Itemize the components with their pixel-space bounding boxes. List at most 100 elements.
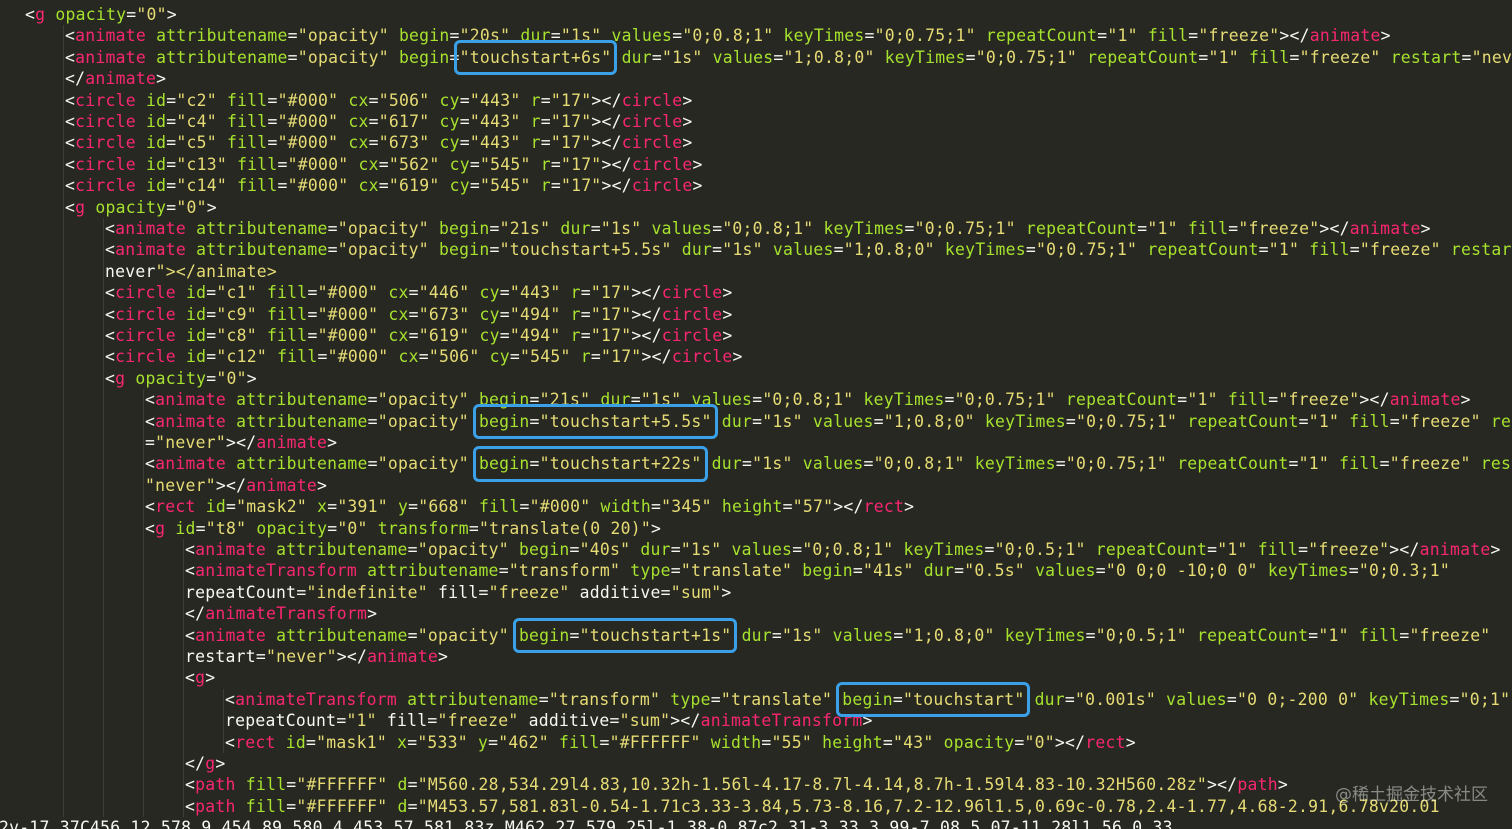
code-token: circle	[631, 154, 693, 174]
code-token: begin	[438, 219, 490, 238]
code-line[interactable]: repeatCount="1" fill="freeze" additive="…	[225, 710, 873, 731]
code-line[interactable]: <path fill="#FFFFFF" d="M453.57,581.83l-…	[185, 796, 1440, 817]
code-token: fill	[1349, 411, 1390, 431]
code-token: "43"	[892, 732, 934, 752]
code-token: "#000"	[529, 497, 591, 517]
code-line[interactable]: <circle id="c12" fill="#000" cx="506" cy…	[105, 346, 743, 367]
code-token: animate	[1349, 219, 1421, 238]
code-line[interactable]: <animate attributename="opacity" begin="…	[65, 47, 1512, 68]
code-line[interactable]: <rect id="mask1" x="533" y="462" fill="#…	[225, 732, 1136, 753]
code-token: =	[225, 497, 237, 517]
code-token: =	[651, 47, 663, 67]
code-token: animateTransform	[205, 604, 368, 624]
code-line[interactable]: </animate>	[65, 68, 166, 89]
code-line[interactable]: "never"></animate>	[145, 475, 327, 496]
code-token: additive	[518, 711, 610, 731]
code-line[interactable]: restart="never"></animate>	[185, 646, 448, 667]
code-line[interactable]: <animate attributename="opacity" begin="…	[105, 218, 1431, 239]
code-line[interactable]: <g opacity="0">	[105, 368, 257, 389]
code-line[interactable]: <g opacity="0">	[25, 4, 177, 25]
code-token: <	[105, 304, 116, 324]
code-token: <	[145, 411, 156, 431]
code-line[interactable]: <animateTransform attributename="transfo…	[225, 689, 1510, 710]
code-token: "1s"	[640, 390, 682, 410]
code-line[interactable]: <circle id="c14" fill="#000" cx="619" cy…	[65, 175, 703, 196]
code-line[interactable]: <animate attributename="opacity" begin="…	[145, 411, 1512, 432]
code-token: "opacity"	[297, 47, 389, 67]
code-line[interactable]: <circle id="c9" fill="#000" cx="673" cy=…	[105, 304, 733, 325]
code-area[interactable]: <g opacity="0"> <animate attributename="o…	[0, 0, 1512, 829]
code-line[interactable]: <circle id="c13" fill="#000" cx="562" cy…	[65, 154, 703, 175]
code-line[interactable]: <animate attributename="opacity" begin="…	[145, 453, 1512, 474]
code-line[interactable]: <animate attributename="opacity" begin="…	[145, 389, 1471, 410]
code-token: >	[722, 283, 733, 303]
code-line[interactable]: <circle id="c8" fill="#000" cx="619" cy=…	[105, 325, 733, 346]
code-token: =	[206, 368, 217, 388]
code-line[interactable]: <g id="t8" opacity="0" transform="transl…	[145, 518, 661, 539]
code-line[interactable]: <animate attributename="opacity" begin="…	[185, 539, 1501, 560]
code-token: "668"	[418, 497, 469, 517]
code-line[interactable]: <animate attributename="opacity" begin="…	[65, 25, 1391, 46]
code-token: =	[538, 689, 549, 709]
code-token: =	[580, 326, 591, 345]
code-line[interactable]: <path fill="#FFFFFF" d="M560.28,534.29l4…	[185, 774, 1288, 795]
code-token: path	[195, 775, 236, 795]
code-token: >	[651, 518, 662, 538]
code-token: id	[185, 283, 207, 303]
code-token: =	[206, 304, 217, 324]
code-token: =	[499, 326, 510, 345]
code-line[interactable]: </animateTransform>	[185, 603, 377, 624]
code-token: circle	[75, 112, 136, 131]
code-token: =	[1449, 689, 1460, 709]
code-token: cx	[348, 133, 369, 153]
code-line[interactable]: <animate attributename="opacity" begin="…	[185, 625, 1490, 646]
code-token: </	[1289, 26, 1310, 46]
code-token: =	[1289, 47, 1300, 67]
indent-guide	[103, 218, 104, 818]
code-line[interactable]: </g>	[185, 753, 226, 774]
code-token: values	[1166, 689, 1227, 709]
code-token: =	[287, 47, 298, 67]
code-token: "0;0.8;1"	[873, 454, 965, 474]
code-token: fill	[1187, 219, 1229, 238]
code-line[interactable]: <rect id="mask2" x="391" y="668" fill="#…	[145, 496, 914, 517]
code-line[interactable]: never"></animate>	[105, 261, 277, 282]
code-token: opacity	[55, 5, 127, 24]
code-line[interactable]: <g opacity="0">	[65, 197, 217, 218]
code-token: additive	[569, 582, 661, 602]
code-line[interactable]: <animate attributename="opacity" begin="…	[105, 239, 1512, 260]
code-token: =	[407, 625, 418, 645]
code-line[interactable]: <circle id="c5" fill="#000" cx="673" cy=…	[65, 132, 693, 153]
code-line[interactable]: <animateTransform attributename="transfo…	[185, 560, 1450, 581]
code-line[interactable]: repeatCount="indefinite" fill="freeze" a…	[185, 582, 731, 603]
code-line[interactable]: ="never"></animate>	[145, 432, 337, 453]
code-token: "494"	[509, 304, 561, 324]
code-token: </	[225, 475, 247, 495]
code-token: fill	[237, 176, 278, 196]
code-line[interactable]: <g>	[185, 667, 215, 688]
code-token: "never"	[265, 647, 337, 666]
code-token: attributename	[156, 47, 288, 67]
code-token: "#000"	[317, 304, 379, 324]
code-line[interactable]: 2v-17.37C456.12,578.9,454.89,580.4,453.5…	[0, 817, 1173, 829]
code-token: "c12"	[216, 347, 267, 367]
code-line[interactable]: <circle id="c2" fill="#000" cx="506" cy=…	[65, 90, 693, 111]
code-line[interactable]: <circle id="c4" fill="#000" cx="617" cy=…	[65, 111, 693, 132]
code-line[interactable]: <circle id="c1" fill="#000" cx="446" cy=…	[105, 282, 733, 303]
code-token: begin	[478, 454, 530, 474]
code-token: "touchstart+22s"	[539, 454, 702, 474]
code-token: "533"	[417, 732, 468, 752]
